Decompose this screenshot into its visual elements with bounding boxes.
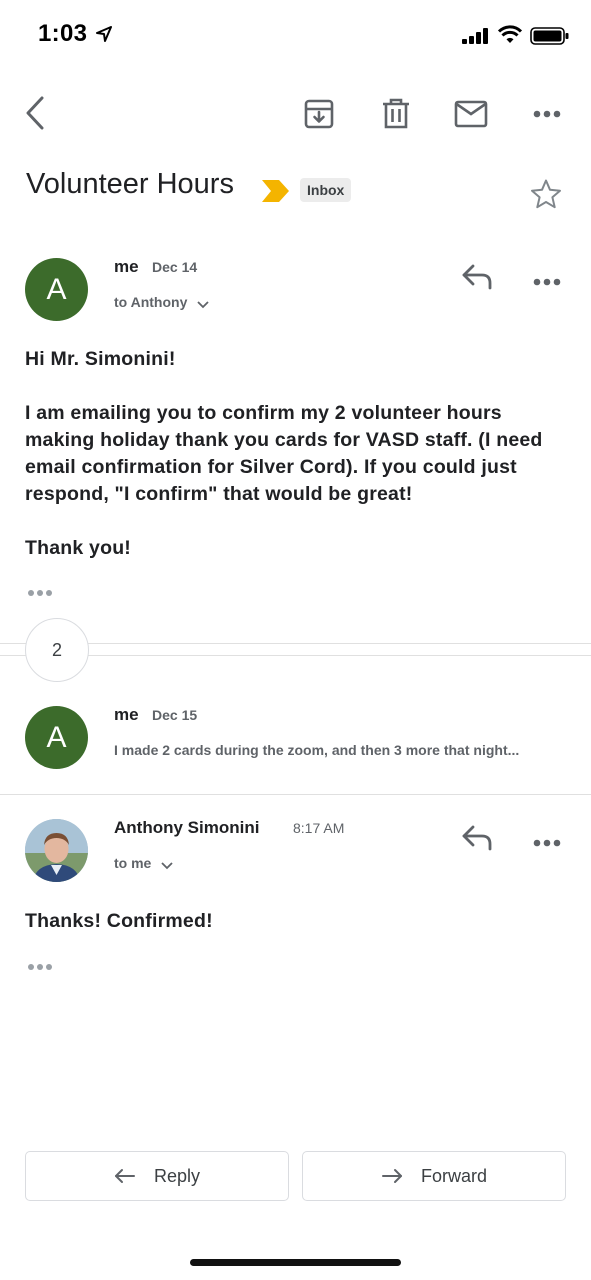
- sender-avatar[interactable]: A: [25, 258, 88, 321]
- status-time: 1:03: [38, 20, 88, 47]
- recipients-toggle[interactable]: to me: [114, 855, 173, 871]
- reply-icon: [114, 1169, 135, 1183]
- wifi-icon: [498, 25, 522, 43]
- location-arrow-icon: [96, 26, 112, 42]
- email-subject: Volunteer Hours: [26, 168, 234, 200]
- reply-action-button[interactable]: Reply: [25, 1151, 289, 1201]
- chevron-down-icon: [161, 862, 173, 870]
- more-options-button[interactable]: [527, 94, 567, 134]
- person-photo-icon: [25, 819, 88, 882]
- inbox-label-chip[interactable]: Inbox: [300, 178, 352, 202]
- message-body: Thanks! Confirmed!: [25, 908, 570, 935]
- collapsed-message[interactable]: A me Dec 15 I made 2 cards during the zo…: [0, 680, 591, 792]
- message-date: Dec 14: [152, 259, 198, 275]
- collapsed-messages-count[interactable]: 2: [25, 618, 89, 682]
- back-button[interactable]: [22, 94, 52, 134]
- important-marker-icon[interactable]: [262, 180, 290, 202]
- more-horizontal-icon: [533, 278, 561, 286]
- body-paragraph: Hi Mr. Simonini!: [25, 348, 176, 370]
- message-more-button[interactable]: [533, 273, 561, 291]
- recipients-line: to me: [114, 855, 152, 871]
- sender-avatar-photo[interactable]: [25, 819, 88, 882]
- star-icon: [531, 179, 561, 209]
- message-body: Hi Mr. Simonini! I am emailing you to co…: [25, 346, 570, 562]
- recipients-toggle[interactable]: to Anthony: [114, 294, 209, 310]
- reply-label: Reply: [153, 1165, 201, 1186]
- sender-avatar: A: [25, 706, 88, 769]
- sender-name: me: [114, 705, 139, 724]
- home-indicator[interactable]: [190, 1259, 401, 1266]
- reply-icon: [462, 825, 492, 851]
- message-time: 8:17 AM: [293, 820, 345, 836]
- forward-label: Forward: [420, 1165, 487, 1186]
- star-button[interactable]: [530, 178, 562, 215]
- reply-button[interactable]: [460, 823, 494, 856]
- chevron-down-icon: [197, 301, 209, 309]
- sender-name: me: [114, 257, 139, 276]
- show-trimmed-content-button[interactable]: [27, 958, 55, 976]
- show-trimmed-content-button[interactable]: [27, 584, 55, 602]
- body-paragraph: I am emailing you to confirm my 2 volunt…: [25, 402, 543, 505]
- recipients-line: to Anthony: [114, 294, 188, 310]
- message-more-button[interactable]: [533, 834, 561, 852]
- archive-icon: [304, 99, 334, 129]
- mark-unread-button[interactable]: [451, 94, 491, 134]
- trash-icon: [383, 98, 409, 129]
- more-horizontal-icon: [533, 839, 561, 847]
- divider: [0, 643, 591, 644]
- message-date: Dec 15: [152, 707, 198, 723]
- divider: [0, 655, 591, 656]
- mail-icon: [454, 100, 488, 128]
- forward-icon: [381, 1169, 402, 1183]
- message-snippet: I made 2 cards during the zoom, and then…: [114, 742, 520, 758]
- reply-icon: [462, 264, 492, 290]
- forward-action-button[interactable]: Forward: [302, 1151, 566, 1201]
- archive-button[interactable]: [299, 94, 339, 134]
- body-paragraph: Thanks! Confirmed!: [25, 910, 213, 932]
- battery-icon: [530, 27, 569, 45]
- sender-name: Anthony Simonini: [114, 818, 260, 837]
- body-paragraph: Thank you!: [25, 537, 132, 559]
- reply-button[interactable]: [460, 262, 494, 295]
- more-horizontal-icon: [28, 964, 52, 970]
- more-horizontal-icon: [28, 590, 52, 596]
- cellular-signal-icon: [462, 28, 488, 44]
- more-horizontal-icon: [533, 110, 561, 118]
- chevron-left-icon: [26, 96, 44, 130]
- delete-button[interactable]: [376, 94, 416, 134]
- divider: [0, 794, 591, 795]
